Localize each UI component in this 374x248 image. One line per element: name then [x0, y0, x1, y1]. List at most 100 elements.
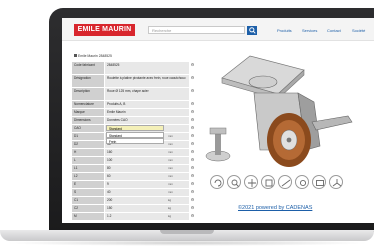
attribute-label: L2 [72, 173, 104, 180]
attribute-unit: kg [168, 198, 172, 202]
row-options-icon[interactable]: ⚙ [190, 206, 195, 210]
attribute-label: E [72, 181, 104, 188]
attribute-row: L2 60 mm ⚙ [72, 173, 196, 181]
search-button[interactable] [247, 26, 257, 35]
viewer-tool-button[interactable] [227, 175, 241, 189]
attribute-label: D1 [72, 133, 104, 140]
row-options-icon[interactable]: ⚙ [190, 214, 195, 218]
attribute-value: 150 [105, 205, 189, 212]
search-icon [249, 27, 256, 34]
row-options-icon[interactable]: ⚙ [190, 110, 195, 114]
viewer-toolbar [210, 175, 370, 191]
site-header: EMILE MAURIN Recherche Produits Services… [62, 18, 374, 41]
attribute-value: Emile Maurin [105, 109, 189, 116]
search-input[interactable]: Recherche [148, 26, 245, 34]
attribute-value: Roue Ø 125 mm, chape acier [105, 88, 189, 100]
attribute-row: S 40 mm ⚙ [72, 189, 196, 197]
row-options-icon[interactable]: ⚙ [190, 126, 195, 130]
caster-wheel-model[interactable] [202, 48, 374, 178]
cube-icon [265, 179, 273, 187]
attribute-row: Nomenclature Produits A, B ⚙ [72, 101, 196, 109]
attribute-value: 60 [105, 173, 189, 180]
powered-by-link[interactable]: ©2021 powered by CADENAS [238, 205, 312, 211]
attribute-label: L [72, 157, 104, 164]
attribute-unit: mm [168, 182, 173, 186]
row-options-icon[interactable]: ⚙ [190, 190, 195, 194]
attribute-label: C1 [72, 197, 104, 204]
nav-services[interactable]: Services [302, 28, 317, 33]
attribute-value: 100 [105, 157, 189, 164]
cao-select[interactable]: Standard [106, 125, 164, 131]
attribute-label: S [72, 189, 104, 196]
rotate-icon [214, 179, 222, 187]
row-options-icon[interactable]: ⚙ [190, 142, 195, 146]
zoom-icon [231, 179, 239, 187]
attribute-row: C2 150 kg ⚙ [72, 205, 196, 213]
attribute-value: 1.2 [105, 213, 189, 220]
laptop-notch [160, 230, 214, 234]
attribute-label: Dimensions [72, 117, 104, 124]
row-options-icon[interactable]: ⚙ [190, 89, 195, 93]
attribute-value: 80 [105, 165, 189, 172]
viewer-tool-button[interactable] [329, 175, 343, 189]
axes-icon [332, 179, 342, 187]
nav-produits[interactable]: Produits [277, 28, 292, 33]
row-options-icon[interactable]: ⚙ [190, 150, 195, 154]
attribute-row: H 160 mm ⚙ [72, 149, 196, 157]
brand-logo[interactable]: EMILE MAURIN [74, 24, 135, 36]
row-options-icon[interactable]: ⚙ [190, 76, 195, 80]
screen-icon [316, 180, 324, 186]
attribute-label: D2 [72, 141, 104, 148]
attribute-label: C2 [72, 205, 104, 212]
viewer-tool-button[interactable] [295, 175, 309, 189]
attribute-unit: kg [168, 214, 172, 218]
attribute-value: 200 [105, 197, 189, 204]
attribute-label: H [72, 149, 104, 156]
attribute-row: Marque Emile Maurin ⚙ [72, 109, 196, 117]
attribute-row: CAOStandard⚙StandardStandardFrein [72, 125, 196, 144]
attribute-label: CAO [72, 125, 104, 132]
row-options-icon[interactable]: ⚙ [190, 166, 195, 170]
attribute-unit: mm [168, 190, 173, 194]
row-options-icon[interactable]: ⚙ [190, 174, 195, 178]
dropdown-option[interactable]: Frein [106, 138, 164, 144]
viewer-tool-button[interactable] [278, 175, 292, 189]
attribute-unit: mm [168, 150, 173, 154]
measure-icon [281, 179, 291, 187]
browser-screen: EMILE MAURIN Recherche Produits Services… [62, 18, 374, 223]
row-options-icon[interactable]: ⚙ [190, 158, 195, 162]
nav-societe[interactable]: Société [352, 28, 365, 33]
attribute-label: Nomenclature [72, 101, 104, 108]
attribute-label: Code fabricant [72, 62, 104, 74]
attribute-unit: mm [168, 134, 173, 138]
nav-contact[interactable]: Contact [327, 28, 341, 33]
attribute-row: M 1.2 kg ⚙ [72, 213, 196, 221]
attribute-label: Marque [72, 109, 104, 116]
viewer-tool-button[interactable] [261, 175, 275, 189]
attribute-label: L1 [72, 165, 104, 172]
viewer-tool-button[interactable] [312, 175, 326, 189]
row-options-icon[interactable]: ⚙ [190, 182, 195, 186]
attribute-label: Description [72, 88, 104, 100]
3d-viewer[interactable] [202, 48, 374, 223]
attribute-unit: mm [168, 174, 173, 178]
viewer-tool-button[interactable] [244, 175, 258, 189]
attribute-row: Dimensions Données CAO ⚙ [72, 117, 196, 125]
attribute-value: 2848525 [105, 62, 189, 74]
attribute-unit: mm [168, 142, 173, 146]
attribute-value: 9 [105, 181, 189, 188]
row-options-icon[interactable]: ⚙ [190, 118, 195, 122]
row-options-icon[interactable]: ⚙ [190, 198, 195, 202]
viewer-tool-button[interactable] [210, 175, 224, 189]
attribute-value: Données CAO [105, 117, 189, 124]
row-options-icon[interactable]: ⚙ [190, 102, 195, 106]
attribute-value: Roulette à platine pivotante avec frein,… [105, 75, 189, 87]
row-options-icon[interactable]: ⚙ [190, 63, 195, 67]
attribute-row: Désignation Roulette à platine pivotante … [72, 75, 196, 88]
attribute-label: M [72, 213, 104, 220]
row-options-icon[interactable]: ⚙ [190, 134, 195, 138]
breadcrumb: Emile Maurin 2848525 [78, 54, 112, 58]
attribute-unit: mm [168, 166, 173, 170]
attribute-unit: kg [168, 206, 172, 210]
attribute-value: 160 [105, 149, 189, 156]
